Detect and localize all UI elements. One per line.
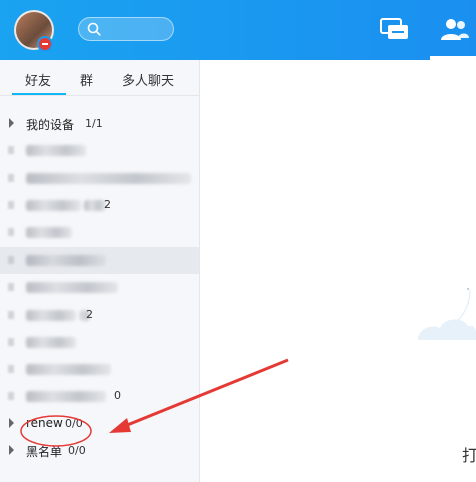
blurred-group-name [26,310,76,321]
divider [0,95,199,96]
caret-right-icon [8,311,14,319]
group-row-renew[interactable]: renew 0/0 [0,410,199,437]
caret-right-icon [8,146,14,154]
caret-right-icon [8,392,14,400]
list-item[interactable] [0,137,199,164]
tab-multi-chat[interactable]: 多人聊天 [122,70,174,89]
blurred-group-name [26,391,106,402]
list-item[interactable]: 0 [0,383,199,410]
search-icon [87,22,101,36]
caret-right-icon [8,201,14,209]
contacts-icon[interactable] [438,16,470,44]
chat-icon[interactable] [378,16,410,44]
list-item[interactable] [0,274,199,301]
group-count: 1/1 [85,117,103,130]
top-bar [0,0,476,60]
tab-groups[interactable]: 群 [80,70,93,89]
blurred-group-name [26,173,191,184]
active-tab-indicator [430,56,476,60]
blurred-group-name [26,200,81,211]
group-name: 我的设备 [26,118,75,132]
caret-right-icon [9,418,14,428]
list-item[interactable] [0,356,199,383]
caret-right-icon [8,365,14,373]
group-row-my-devices[interactable]: 我的设备 1/1 [0,110,199,137]
group-count: 2 [104,198,111,211]
list-item[interactable] [0,247,199,274]
group-name: 黑名单 [26,445,63,459]
partial-text: 打 [462,446,476,465]
status-badge-icon [37,36,53,52]
search-input[interactable] [78,17,174,41]
group-count: 0/0 [68,444,86,457]
blurred-group-name [26,227,72,238]
blurred-group-name [26,364,111,375]
list-item[interactable]: 2 [0,302,199,329]
list-item[interactable] [0,329,199,356]
tab-friends[interactable]: 好友 [25,70,51,89]
caret-right-icon [9,118,14,128]
list-item[interactable]: 2 [0,192,199,219]
group-row-blacklist[interactable]: 黑名单 0/0 [0,437,199,464]
contacts-panel: 好友 群 多人聊天 我的设备 1/1 2 2 0 renew 0/0 黑名单 0… [0,60,200,482]
contact-tabs: 好友 群 多人聊天 [0,60,199,96]
blurred-group-name [26,282,118,293]
group-count: 0/0 [65,417,83,430]
blurred-group-name [26,255,106,266]
blurred-group-name [26,337,76,348]
list-item[interactable] [0,165,199,192]
group-name: renew [26,416,63,430]
caret-right-icon [8,256,14,264]
list-item[interactable] [0,219,199,246]
blurred-group-name [26,145,86,156]
cloud-illustration-icon [418,280,476,344]
caret-right-icon [8,338,14,346]
group-count: 0 [114,389,121,402]
caret-right-icon [8,283,14,291]
caret-right-icon [8,174,14,182]
caret-right-icon [9,445,14,455]
blurred-group-count [84,200,106,211]
group-count: 2 [86,308,93,321]
caret-right-icon [8,228,14,236]
